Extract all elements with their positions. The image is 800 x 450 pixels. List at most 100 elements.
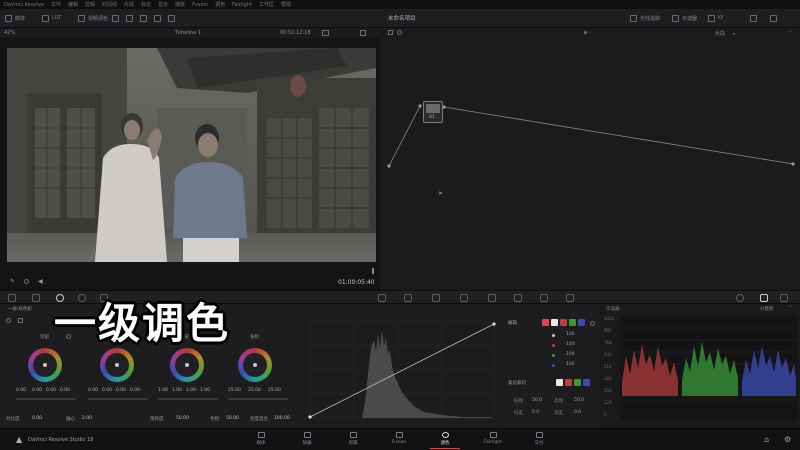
- menu-item-app[interactable]: DaVinci Resolve: [4, 2, 44, 8]
- info-panel-icon[interactable]: [780, 294, 788, 302]
- scopes-panel-icon[interactable]: [760, 294, 768, 302]
- qualifier-icon[interactable]: [404, 294, 412, 302]
- color-node[interactable]: 01: [423, 101, 443, 123]
- menu-item-fusion[interactable]: Fusion: [192, 2, 208, 8]
- wheel-offset-handle[interactable]: [253, 363, 257, 367]
- menu-item-edit[interactable]: 编辑: [68, 1, 78, 8]
- tracker-icon[interactable]: [460, 294, 468, 302]
- channel-b-value[interactable]: 100: [566, 362, 575, 367]
- toolbar-clips-button[interactable]: 视频调色: [78, 13, 108, 23]
- channel-g-value[interactable]: 100: [566, 352, 575, 357]
- timeline-name[interactable]: Timeline 1: [175, 30, 201, 36]
- auto-balance-icon[interactable]: [18, 318, 23, 323]
- node-pointer-icon[interactable]: [397, 30, 402, 35]
- viewer-scrub-handle[interactable]: [372, 268, 374, 274]
- curves-icon[interactable]: [378, 294, 386, 302]
- curves-panel[interactable]: [302, 304, 502, 428]
- menu-item-clip[interactable]: 片段: [124, 1, 134, 8]
- wheel-gamma-b[interactable]: 0.00: [130, 388, 140, 393]
- channel-r-chip[interactable]: [560, 319, 567, 326]
- menu-item-color[interactable]: 调色: [215, 1, 225, 8]
- hue-value[interactable]: 50.00: [226, 416, 239, 421]
- viewer-zoom[interactable]: 42%: [4, 30, 15, 36]
- channel-y-value[interactable]: 100: [566, 332, 575, 337]
- menu-item-playback[interactable]: 播放: [175, 1, 185, 8]
- wheel-offset-g[interactable]: 25.00: [248, 388, 261, 393]
- saturation-value[interactable]: 50.00: [176, 416, 189, 421]
- channel-g-chip[interactable]: [569, 319, 576, 326]
- clip-g-chip[interactable]: [574, 379, 581, 386]
- volume-icon[interactable]: ◀: [38, 278, 43, 285]
- color-match-icon[interactable]: [32, 294, 40, 302]
- scopes-more-icon[interactable]: ···: [788, 305, 792, 310]
- menu-item-mark[interactable]: 标记: [141, 1, 151, 8]
- menu-item-workspace[interactable]: 工作区: [259, 1, 274, 8]
- wheel-lift-handle[interactable]: [43, 363, 47, 367]
- toolbar-icon-d[interactable]: [154, 13, 161, 23]
- toolbar-keyframe-button[interactable]: Kf: [708, 13, 723, 23]
- menu-item-help[interactable]: 帮助: [281, 1, 291, 8]
- toolbar-lut-button[interactable]: LUT: [42, 13, 61, 23]
- sizing-icon[interactable]: [566, 294, 574, 302]
- lum-mix-value[interactable]: 100.00: [274, 416, 290, 421]
- toolbar-scopes-button[interactable]: 示波器: [672, 13, 697, 23]
- wheel-gamma-master[interactable]: [88, 398, 148, 400]
- page-tab-media[interactable]: 媒体: [246, 432, 276, 449]
- wheel-offset-b[interactable]: 25.00: [268, 388, 281, 393]
- clip-r-chip[interactable]: [565, 379, 572, 386]
- high-soft-value[interactable]: 0.0: [574, 410, 581, 415]
- clip-y-chip[interactable]: [556, 379, 563, 386]
- menu-item-trim[interactable]: 剪辑: [85, 1, 95, 8]
- magic-mask-icon[interactable]: [488, 294, 496, 302]
- settings-gear-icon[interactable]: ⚙: [784, 435, 791, 444]
- home-icon[interactable]: ⌂: [764, 435, 769, 444]
- contrast-value[interactable]: 0.00: [32, 416, 42, 421]
- chevron-down-icon[interactable]: ▾: [733, 31, 735, 36]
- wheel-gain-r[interactable]: 1.00: [172, 388, 182, 393]
- eyedropper-icon[interactable]: ✎: [10, 278, 15, 285]
- toolbar-icon-b[interactable]: [126, 13, 133, 23]
- toolbar-media-button[interactable]: 媒体: [5, 13, 25, 23]
- more-options-icon[interactable]: ···: [787, 29, 792, 35]
- key-icon[interactable]: [540, 294, 548, 302]
- page-tab-fairlight[interactable]: Fairlight: [478, 432, 508, 449]
- wheel-gain-master[interactable]: [158, 398, 218, 400]
- viewer-options-icon[interactable]: [360, 30, 366, 36]
- menu-item-view[interactable]: 显示: [158, 1, 168, 8]
- wheel-gain-y[interactable]: 1.00: [158, 388, 168, 393]
- wheel-gamma-y[interactable]: 0.00: [88, 388, 98, 393]
- 3d-icon[interactable]: [736, 294, 744, 302]
- wheel-gamma-handle[interactable]: [115, 363, 119, 367]
- menu-item-timeline[interactable]: 时间线: [102, 1, 117, 8]
- menu-item-fairlight[interactable]: Fairlight: [232, 2, 252, 8]
- wheel-lift-g[interactable]: 0.00: [46, 388, 56, 393]
- toolbar-icon-c[interactable]: [140, 13, 147, 23]
- viewer-mode-icon[interactable]: [322, 30, 329, 36]
- pivot-value[interactable]: 2.00: [82, 416, 92, 421]
- channel-b-chip[interactable]: [578, 319, 585, 326]
- wheel-offset-master[interactable]: [228, 398, 288, 400]
- toolbar-icon-right-a[interactable]: [750, 13, 757, 23]
- clip-b-chip[interactable]: [583, 379, 590, 386]
- toolbar-icon-a[interactable]: [112, 13, 119, 23]
- low-clip-value[interactable]: 50.0: [532, 398, 542, 403]
- wheel-offset[interactable]: [238, 348, 272, 382]
- wheel-lift[interactable]: [28, 348, 62, 382]
- page-tab-color[interactable]: 调色: [430, 432, 460, 449]
- wheel-lift-y[interactable]: 0.00: [16, 388, 26, 393]
- page-tab-cut[interactable]: 快编: [292, 432, 322, 449]
- menu-item-file[interactable]: 文件: [51, 1, 61, 8]
- toolbar-icon-right-b[interactable]: [770, 13, 777, 23]
- low-soft-value[interactable]: 0.0: [532, 410, 539, 415]
- channel-y-chip[interactable]: [551, 319, 558, 326]
- camera-raw-icon[interactable]: [8, 294, 16, 302]
- page-tab-edit[interactable]: 剪辑: [338, 432, 368, 449]
- page-tab-fusion[interactable]: Fusion: [384, 432, 414, 449]
- playhead-icon[interactable]: [24, 279, 29, 284]
- curve-reset-icon[interactable]: [590, 321, 595, 326]
- wheel-lift-master[interactable]: [16, 398, 76, 400]
- wheel-lift-b[interactable]: 0.00: [60, 388, 70, 393]
- wheel-gain[interactable]: [170, 348, 204, 382]
- toolbar-icon-e[interactable]: [168, 13, 175, 23]
- wheel-gamma-g[interactable]: 0.00: [116, 388, 126, 393]
